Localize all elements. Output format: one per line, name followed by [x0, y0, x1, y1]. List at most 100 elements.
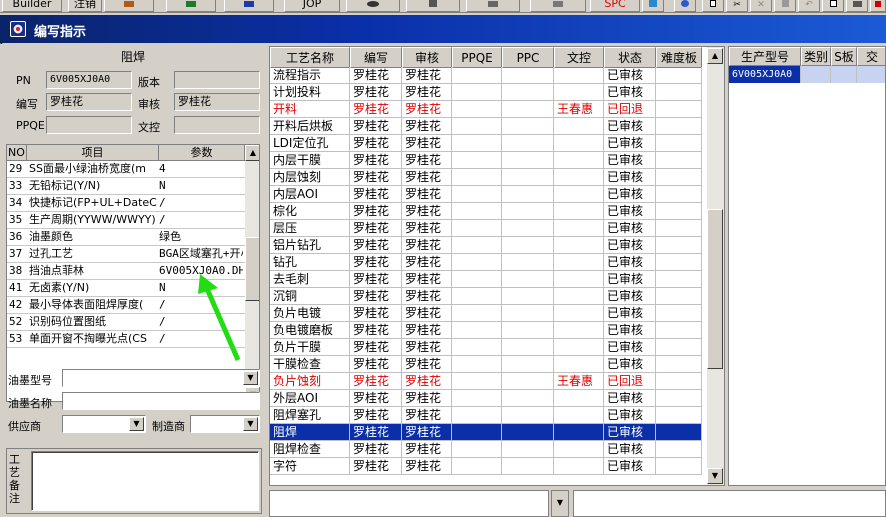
- toolbar-excel-button[interactable]: [166, 0, 216, 12]
- toolbar-tool-3-button[interactable]: [406, 0, 460, 12]
- logout-button[interactable]: 注销: [68, 0, 102, 12]
- param-row[interactable]: 34 快捷标记(FP+UL+DateCo /: [7, 195, 245, 212]
- table-row[interactable]: 内层蚀刻 罗桂花 罗桂花 已审核: [270, 169, 703, 186]
- print-icon: [852, 1, 862, 7]
- pn-field[interactable]: 6V005XJ0A0: [46, 71, 132, 89]
- param-header-item[interactable]: 项目: [27, 145, 159, 161]
- table-row[interactable]: 负电镀磨板 罗桂花 罗桂花 已审核: [270, 322, 703, 339]
- table-row[interactable]: 负片蚀刻 罗桂花 罗桂花 王春惠 已回退: [270, 373, 703, 390]
- dropdown-arrow-icon[interactable]: ▼: [243, 417, 258, 431]
- doc-control-field[interactable]: [174, 116, 260, 134]
- toolbar-tool-4-button[interactable]: [466, 0, 520, 12]
- dropdown-arrow-icon[interactable]: ▼: [551, 490, 569, 517]
- undo-button[interactable]: ↶: [798, 0, 820, 12]
- scissors-icon: ✂: [733, 0, 741, 10]
- grid-scroll-thumb[interactable]: [707, 209, 723, 369]
- table-row[interactable]: 层压 罗桂花 罗桂花 已审核: [270, 220, 703, 237]
- dropdown-arrow-icon[interactable]: ▼: [129, 417, 144, 431]
- dropdown-arrow-icon[interactable]: ▼: [243, 371, 258, 385]
- toolbar-tool-7-button[interactable]: [674, 0, 696, 12]
- supplier-select[interactable]: ▼: [62, 415, 146, 433]
- toolbar-word-button[interactable]: [224, 0, 274, 12]
- param-header-value[interactable]: 参数: [159, 145, 245, 161]
- more-button[interactable]: [870, 0, 886, 12]
- ink-model-select[interactable]: ▼: [62, 369, 260, 387]
- param-row[interactable]: 37 过孔工艺 BGA区域塞孔+开小: [7, 246, 245, 263]
- grid-header-writer[interactable]: 编写: [350, 47, 402, 68]
- toolbar-tool-1-button[interactable]: [104, 0, 154, 12]
- save-button[interactable]: [774, 0, 796, 12]
- toolbar-tool-5-button[interactable]: [530, 0, 586, 12]
- table-row[interactable]: 开料 罗桂花 罗桂花 王春惠 已回退: [270, 101, 703, 118]
- table-row[interactable]: 外层AOI 罗桂花 罗桂花 已审核: [270, 390, 703, 407]
- table-row[interactable]: 干膜检查 罗桂花 罗桂花 已审核: [270, 356, 703, 373]
- table-row[interactable]: 去毛刺 罗桂花 罗桂花 已审核: [270, 271, 703, 288]
- grid-cell-status: 已审核: [604, 441, 656, 458]
- bottom-memo-left[interactable]: [269, 490, 549, 517]
- printer-icon: [553, 1, 563, 7]
- grid-scrollbar[interactable]: ▲ ▼: [707, 47, 724, 485]
- manufacturer-select[interactable]: ▼: [190, 415, 260, 433]
- remark-textarea[interactable]: [31, 451, 259, 511]
- table-row[interactable]: 沉铜 罗桂花 罗桂花 已审核: [270, 288, 703, 305]
- grid-cell-writer: 罗桂花: [350, 271, 402, 288]
- grid-header-ppc[interactable]: PPC: [502, 47, 554, 68]
- table-row[interactable]: 内层AOI 罗桂花 罗桂花 已审核: [270, 186, 703, 203]
- param-row[interactable]: 29 SS面最小绿油桥宽度(m 4: [7, 161, 245, 178]
- grid-header-difficulty[interactable]: 难度板: [656, 47, 702, 68]
- table-row[interactable]: 钻孔 罗桂花 罗桂花 已审核: [270, 254, 703, 271]
- table-row[interactable]: LDI定位孔 罗桂花 罗桂花 已审核: [270, 135, 703, 152]
- jop-button[interactable]: JOP: [284, 0, 340, 12]
- table-row[interactable]: 阻焊塞孔 罗桂花 罗桂花 已审核: [270, 407, 703, 424]
- spc-button[interactable]: SPC: [590, 0, 640, 12]
- toolbar-tool-6-button[interactable]: [642, 0, 664, 12]
- table-row[interactable]: 负片电镀 罗桂花 罗桂花 已审核: [270, 305, 703, 322]
- grid-header-reviewer[interactable]: 审核: [402, 47, 452, 68]
- table-row[interactable]: 阻焊 罗桂花 罗桂花 已审核: [270, 424, 703, 441]
- toolbar-tool-2-button[interactable]: [346, 0, 400, 12]
- table-row[interactable]: 棕化 罗桂花 罗桂花 已审核: [270, 203, 703, 220]
- new-button[interactable]: [702, 0, 724, 12]
- window-title-bar[interactable]: 编写指示: [0, 15, 886, 43]
- print-button[interactable]: [846, 0, 868, 12]
- table-row[interactable]: 字符 罗桂花 罗桂花 已审核: [270, 458, 703, 475]
- table-row[interactable]: 6V005XJ0A0: [729, 66, 885, 83]
- model-header-model[interactable]: 生产型号: [729, 47, 801, 66]
- scroll-up-icon[interactable]: ▲: [245, 145, 259, 161]
- close-tool-button[interactable]: ✕: [750, 0, 772, 12]
- grid-cell-ppqe: [452, 67, 502, 84]
- param-scrollbar[interactable]: ▲ ▼: [245, 145, 259, 401]
- grid-header-doc[interactable]: 文控: [554, 47, 604, 68]
- table-row[interactable]: 负片干膜 罗桂花 罗桂花 已审核: [270, 339, 703, 356]
- preview-button[interactable]: [822, 0, 844, 12]
- model-header-category[interactable]: 类别: [801, 47, 831, 66]
- param-row[interactable]: 36 油墨颜色 绿色: [7, 229, 245, 246]
- table-row[interactable]: 内层干膜 罗桂花 罗桂花 已审核: [270, 152, 703, 169]
- param-row[interactable]: 35 生产周期(YYWW/WWYY) /: [7, 212, 245, 229]
- version-field[interactable]: [174, 71, 260, 89]
- table-row[interactable]: 计划投料 罗桂花 罗桂花 已审核: [270, 84, 703, 101]
- ppqe-field[interactable]: [46, 116, 132, 134]
- param-header-no[interactable]: NO: [7, 145, 27, 161]
- param-row[interactable]: 33 无铅标记(Y/N) N: [7, 178, 245, 195]
- writer-field[interactable]: 罗桂花: [46, 93, 132, 111]
- model-header-extra[interactable]: 交: [857, 47, 885, 66]
- table-row[interactable]: 流程指示 罗桂花 罗桂花 已审核: [270, 67, 703, 84]
- scroll-up-icon[interactable]: ▲: [707, 48, 723, 64]
- grid-header-ppqe[interactable]: PPQE: [452, 47, 502, 68]
- reviewer-field[interactable]: 罗桂花: [174, 93, 260, 111]
- table-row[interactable]: 铝片钻孔 罗桂花 罗桂花 已审核: [270, 237, 703, 254]
- model-header-s-board[interactable]: S板: [831, 47, 857, 66]
- table-row[interactable]: 开料后烘板 罗桂花 罗桂花 已审核: [270, 118, 703, 135]
- cut-button[interactable]: ✂: [726, 0, 748, 12]
- grid-header-status[interactable]: 状态: [604, 47, 656, 68]
- table-row[interactable]: 阻焊检查 罗桂花 罗桂花 已审核: [270, 441, 703, 458]
- grid-header-name[interactable]: 工艺名称: [270, 47, 350, 68]
- bottom-memo-right[interactable]: [573, 490, 886, 517]
- builder-button[interactable]: Builder: [2, 0, 62, 12]
- ink-name-field[interactable]: [62, 392, 260, 410]
- grid-cell-status: 已审核: [604, 407, 656, 424]
- param-scroll-thumb[interactable]: [245, 237, 259, 301]
- grid-cell-ppc: [502, 101, 554, 118]
- scroll-down-icon[interactable]: ▼: [707, 468, 723, 484]
